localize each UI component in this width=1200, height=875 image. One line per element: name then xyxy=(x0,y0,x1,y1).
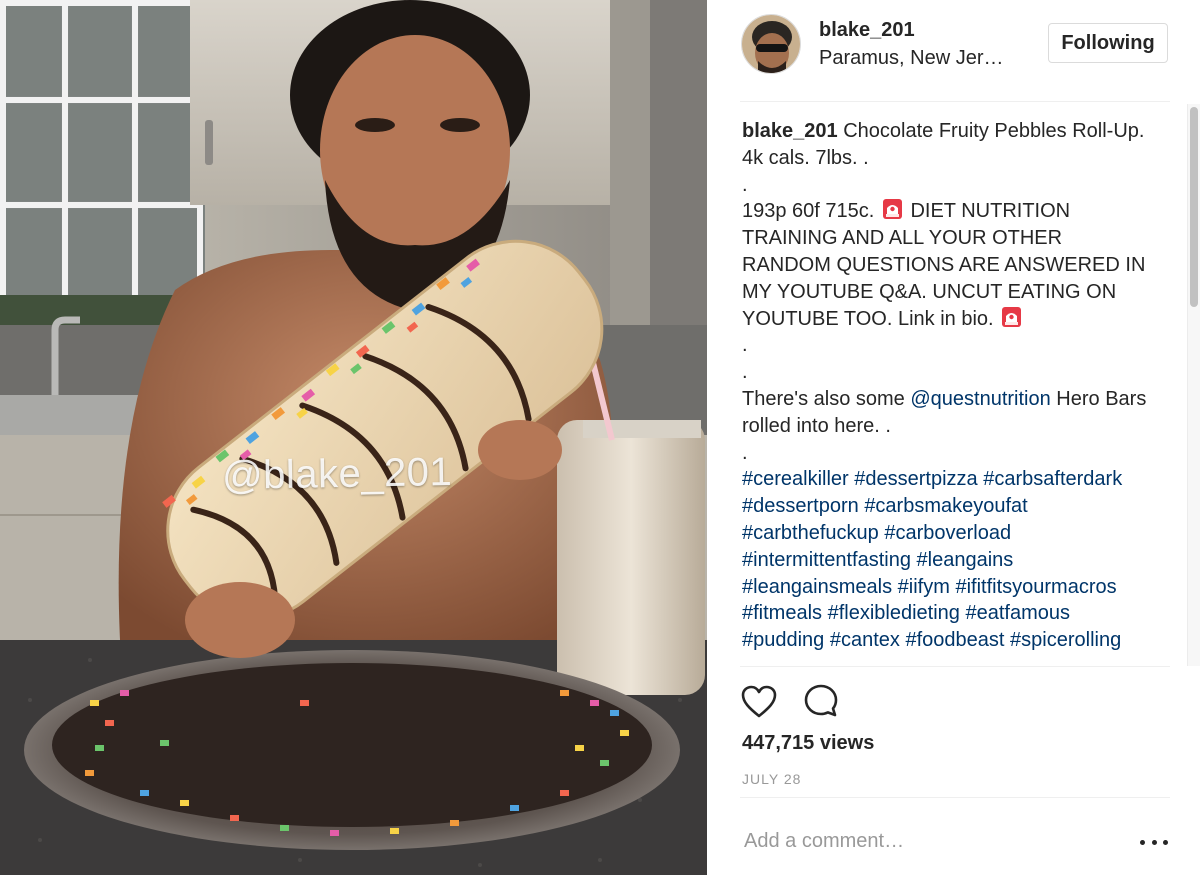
speech-bubble-icon xyxy=(804,684,838,717)
rotating-light-icon xyxy=(882,199,902,220)
hashtag-link[interactable]: #intermittentfasting xyxy=(742,549,911,571)
view-count[interactable]: 447,715 views xyxy=(742,732,874,755)
hashtag-link[interactable]: #carboverload xyxy=(884,522,1011,544)
more-options-icon xyxy=(1151,839,1157,845)
caption-shout: 193p 60f 715c. DIET NUTRITION TRAINING A… xyxy=(742,198,1154,332)
post-sidebar: blake_201 Paramus, New Jer… Following bl… xyxy=(707,0,1200,875)
avatar[interactable] xyxy=(741,14,801,74)
post-header: blake_201 Paramus, New Jer… Following xyxy=(707,0,1200,102)
more-options-icon xyxy=(1140,839,1145,845)
post-username[interactable]: blake_201 xyxy=(819,19,915,42)
divider xyxy=(740,101,1170,102)
caption-dot: . xyxy=(742,173,748,196)
hashtag-link[interactable]: #spicerolling xyxy=(1010,629,1121,651)
caption-scrollbar[interactable] xyxy=(1187,104,1200,666)
image-watermark: @blake_201 xyxy=(221,449,453,499)
heart-icon xyxy=(741,685,777,717)
like-button[interactable] xyxy=(740,682,778,720)
comment-input[interactable] xyxy=(744,823,1104,859)
hashtag-link[interactable]: #carbsafterdark xyxy=(983,468,1122,490)
mention-link[interactable]: @questnutrition xyxy=(910,388,1050,410)
hashtag-link[interactable]: #dessertporn xyxy=(742,495,859,517)
hashtag-link[interactable]: #flexibledieting xyxy=(828,602,960,624)
hashtag-link[interactable]: #pudding xyxy=(742,629,824,651)
hashtag-link[interactable]: #iifym xyxy=(898,576,950,598)
caption-quest: There's also some @questnutrition Hero B… xyxy=(742,386,1154,440)
post-media[interactable]: @blake_201 xyxy=(0,0,707,875)
caption-quest-pre: There's also some xyxy=(742,387,905,410)
post-location[interactable]: Paramus, New Jer… xyxy=(819,47,1024,70)
scrollbar-thumb[interactable] xyxy=(1190,107,1198,307)
divider xyxy=(740,666,1170,667)
post-actions xyxy=(740,682,940,722)
hashtag-link[interactable]: #eatfamous xyxy=(965,602,1070,624)
caption-line: blake_201 Chocolate Fruity Pebbles Roll-… xyxy=(742,118,1154,172)
hashtag-link[interactable]: #carbsmakeyoufat xyxy=(864,495,1027,517)
post-date[interactable]: JULY 28 xyxy=(742,771,801,787)
caption-macros: 193p 60f 715c. xyxy=(742,200,875,223)
hashtag-link[interactable]: #ifitfitsyourmacros xyxy=(955,576,1116,598)
hashtag-link[interactable]: #dessertpizza xyxy=(854,468,977,490)
caption-dot: . xyxy=(742,361,748,384)
hashtag-list: #cerealkiller #dessertpizza #carbsafterd… xyxy=(742,466,1154,654)
divider xyxy=(740,797,1170,798)
avatar-image xyxy=(742,15,800,73)
comment-button[interactable] xyxy=(802,682,840,720)
hashtag-link[interactable]: #cerealkiller xyxy=(742,468,849,490)
caption: blake_201 Chocolate Fruity Pebbles Roll-… xyxy=(742,118,1154,666)
hashtag-link[interactable]: #leangainsmeals xyxy=(742,576,892,598)
post-photo xyxy=(0,0,707,875)
hashtag-link[interactable]: #foodbeast xyxy=(906,629,1005,651)
caption-username[interactable]: blake_201 xyxy=(742,120,838,142)
hashtag-link[interactable]: #carbthefuckup xyxy=(742,522,879,544)
hashtag-link[interactable]: #leangains xyxy=(917,549,1014,571)
hashtag-link[interactable]: #fitmeals xyxy=(742,602,822,624)
hashtag-link[interactable]: #cantex xyxy=(830,629,900,651)
more-options-button[interactable] xyxy=(1140,832,1168,852)
following-button[interactable]: Following xyxy=(1048,23,1168,63)
more-options-icon xyxy=(1163,839,1168,845)
caption-dot: . xyxy=(742,334,748,357)
caption-dot: . xyxy=(742,441,748,464)
rotating-light-icon xyxy=(1002,306,1022,327)
